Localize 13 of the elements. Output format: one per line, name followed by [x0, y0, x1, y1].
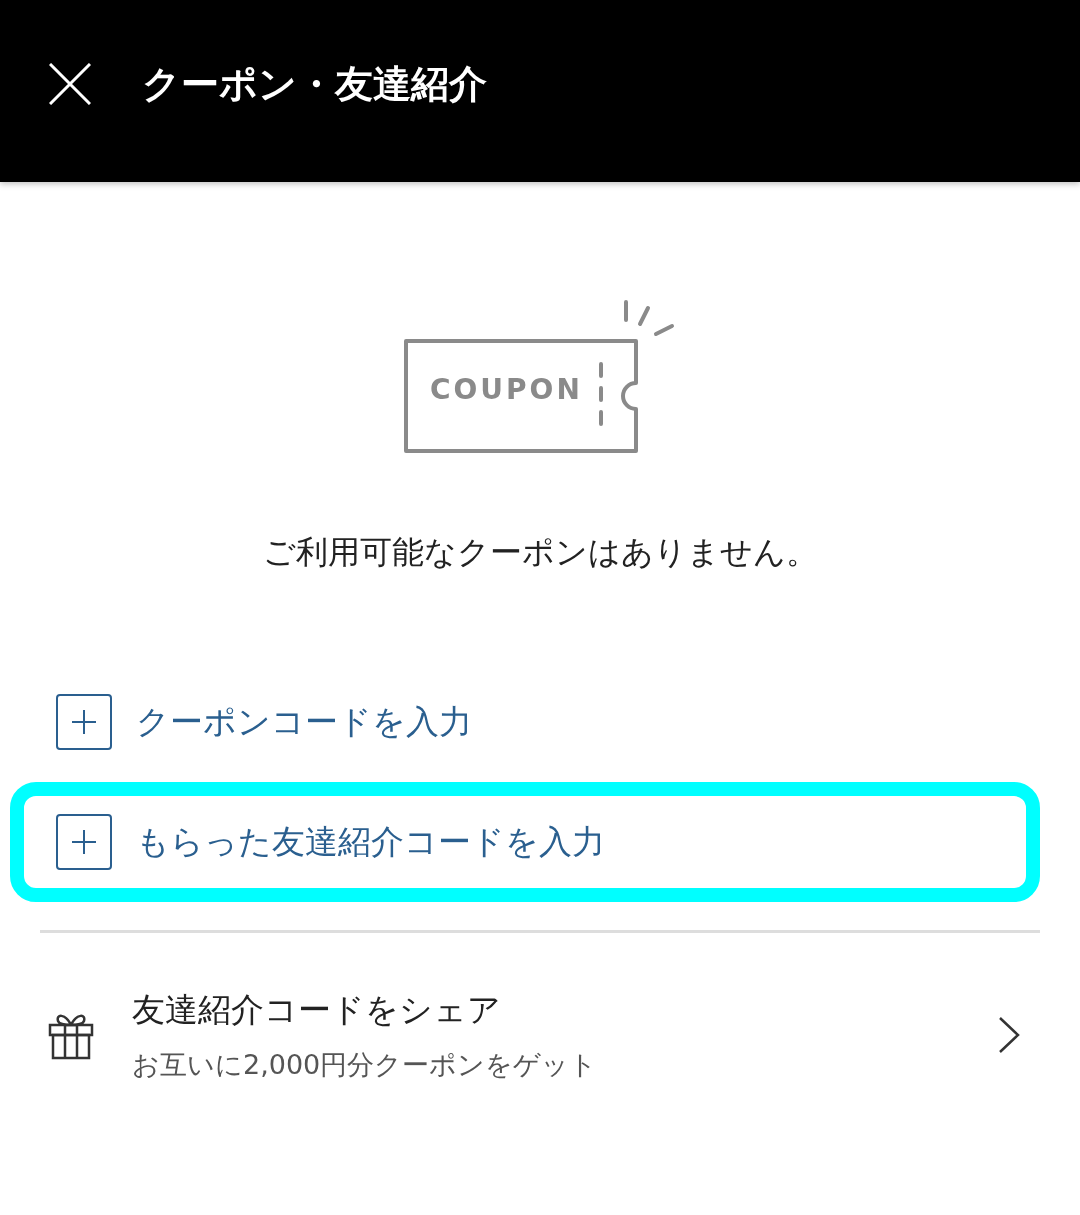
share-title: 友達紹介コードをシェア — [132, 989, 502, 1031]
empty-message: ご利用可能なクーポンはありません。 — [262, 532, 818, 573]
window-title: クーポン・友達紹介 — [142, 60, 487, 108]
plus-icon — [56, 814, 112, 870]
plus-icon — [56, 694, 112, 750]
share-row[interactable]: 友達紹介コードをシェア お互いに2,000円分クーポンをゲット — [40, 985, 1040, 1085]
coupon-label: COUPON — [430, 376, 583, 404]
close-icon — [49, 63, 91, 105]
add-code-button[interactable]: もらった友達紹介コードを入力 — [10, 782, 1040, 902]
share-subtitle: お互いに2,000円分クーポンをゲット — [132, 1047, 599, 1082]
add-code-button[interactable]: クーポンコードを入力 — [10, 662, 1040, 782]
chevron-right-icon — [998, 1016, 1020, 1054]
close-button[interactable] — [48, 62, 92, 106]
